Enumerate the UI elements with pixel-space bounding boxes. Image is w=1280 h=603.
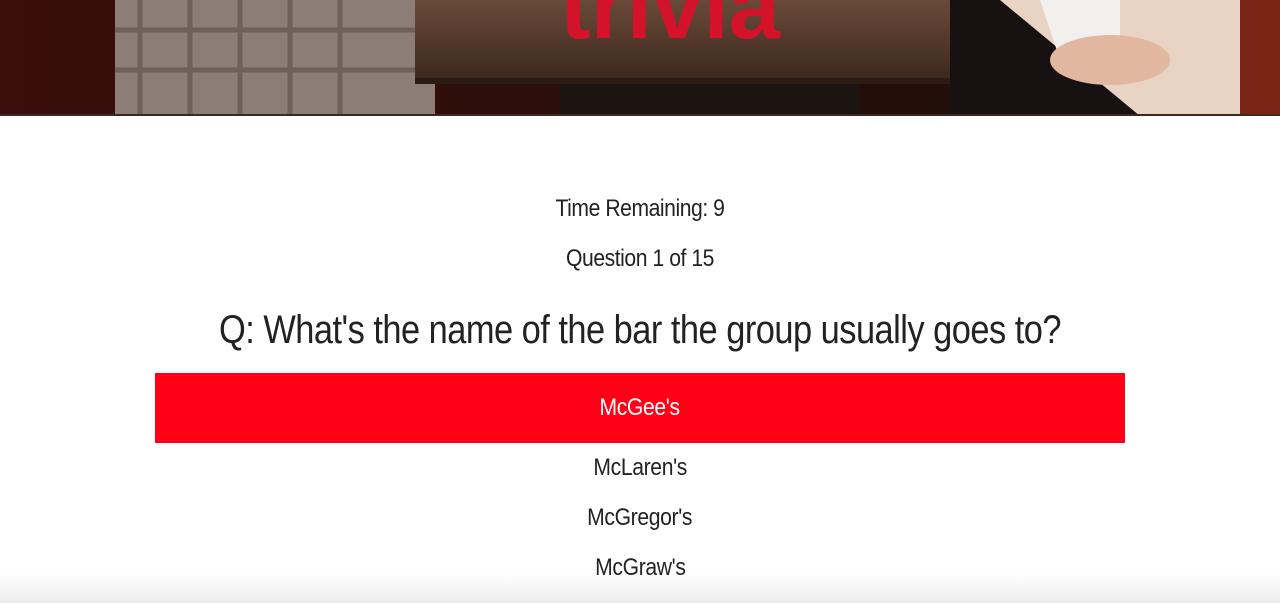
answer-label: McGee's [599,394,681,421]
answer-option-3[interactable]: McGregor's [155,493,1125,543]
banner-title-text: trivia [560,0,781,58]
answer-option-2[interactable]: McLaren's [155,443,1125,493]
answer-option-4[interactable]: McGraw's [155,543,1125,593]
answer-label: McLaren's [593,454,687,481]
answer-label: McGregor's [587,504,693,531]
answer-list: McGee's McLaren's McGregor's McGraw's [155,373,1125,593]
answer-option-1[interactable]: McGee's [155,373,1125,443]
header-banner-image: trivia [0,0,1280,116]
question-counter: Question 1 of 15 [566,245,714,272]
question-text: Q: What's the name of the bar the group … [218,308,1062,352]
trivia-panel: Time Remaining: 9 Question 1 of 15 Q: Wh… [0,116,1280,603]
answer-label: McGraw's [594,554,686,581]
time-remaining: Time Remaining: 9 [555,195,725,222]
